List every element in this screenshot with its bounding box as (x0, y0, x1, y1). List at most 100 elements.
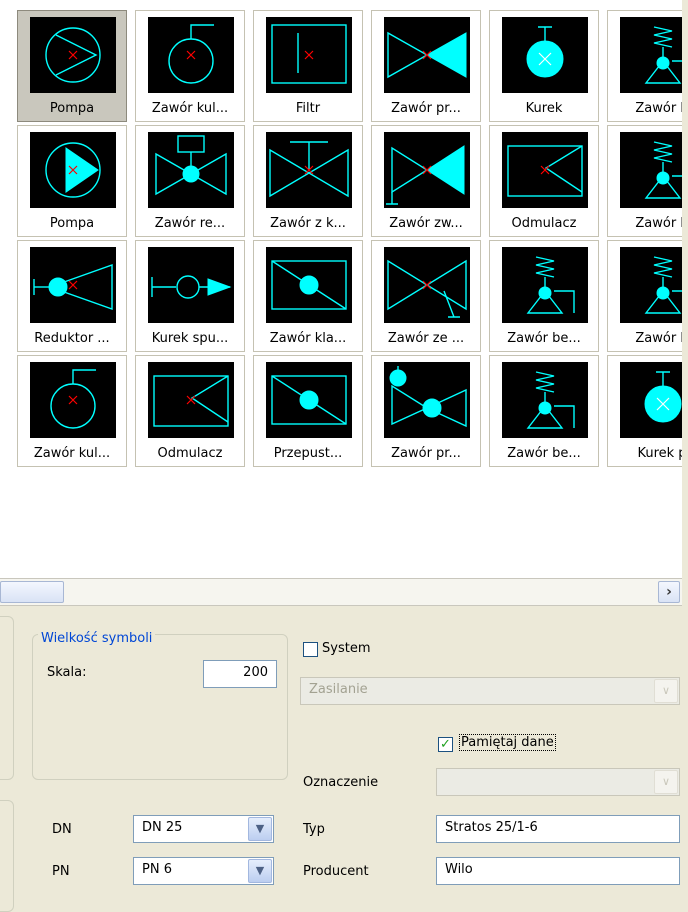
scroll-right-button[interactable]: › (658, 581, 680, 603)
sludge-separator-icon (148, 362, 234, 438)
symbol-tile[interactable]: Zawór zw... (371, 125, 481, 237)
system-select-value: Zasilanie (309, 682, 368, 697)
designation-select[interactable]: ∨ (436, 768, 680, 796)
symbol-label: Zawór zw... (389, 216, 463, 231)
symbol-label: Zawór kul... (151, 101, 229, 116)
type-label: Typ (303, 822, 325, 837)
symbol-tile[interactable]: Zawór b (607, 125, 682, 237)
pn-select[interactable]: PN 6 ▼ (133, 857, 274, 885)
check-valve-icon (384, 17, 470, 93)
symbol-tile[interactable]: Odmulacz (489, 125, 599, 237)
symbol-tile[interactable]: Przepust... (253, 355, 363, 467)
symbol-label: Reduktor ... (34, 331, 110, 346)
left-group-frame-lower (0, 800, 14, 912)
scale-input[interactable]: 200 (203, 660, 277, 688)
producer-input[interactable]: Wilo (436, 857, 680, 885)
pump-filled-icon (30, 132, 116, 208)
symbol-label: Zawór kul... (33, 446, 111, 461)
symbol-label: Zawór pr... (391, 446, 461, 461)
system-select[interactable]: Zasilanie ∨ (300, 677, 680, 705)
drain-cock-icon (148, 247, 234, 323)
regulating-valve-icon (148, 132, 234, 208)
chevron-down-icon[interactable]: ∨ (654, 679, 678, 703)
flap-valve-icon (266, 247, 352, 323)
symbol-tile[interactable]: Zawór ze ... (371, 240, 481, 352)
safety-valve-icon (620, 132, 682, 208)
remember-checkbox[interactable]: ✓ (438, 737, 453, 752)
pn-select-value: PN 6 (142, 862, 172, 877)
symbol-label: Odmulacz (511, 216, 577, 231)
symbol-label: Zawór re... (154, 216, 226, 231)
flap-valve-icon (266, 362, 352, 438)
symbol-tile[interactable]: Reduktor ... (17, 240, 127, 352)
remember-label-focus: Pamiętaj dane (459, 734, 556, 751)
symbol-label: Zawór ze ... (387, 331, 465, 346)
symbol-label: Zawór b (635, 331, 682, 346)
symbol-tile[interactable]: Zawór b (607, 10, 682, 122)
safety-valve-icon (620, 247, 682, 323)
symbol-tile[interactable]: Zawór kla... (253, 240, 363, 352)
producer-label: Producent (303, 864, 369, 879)
system-checkbox[interactable] (303, 642, 318, 657)
symbol-label: Zawór be... (507, 331, 581, 346)
pump-icon (30, 17, 116, 93)
symbol-tile[interactable]: Zawór b (607, 240, 682, 352)
sludge-separator-icon (502, 132, 588, 208)
symbol-tile[interactable]: Pompa (17, 10, 127, 122)
symbol-label: Zawór z k... (270, 216, 346, 231)
symbol-label: Kurek spu... (151, 331, 229, 346)
safety-valve-icon (620, 17, 682, 93)
symbol-tile[interactable]: Kurek p (607, 355, 682, 467)
chevron-right-icon: › (666, 584, 672, 600)
remember-label: Pamiętaj dane (461, 735, 554, 750)
symbol-tile[interactable]: Zawór be... (489, 240, 599, 352)
symbol-label: Odmulacz (157, 446, 223, 461)
scrollbar-thumb[interactable] (0, 581, 64, 603)
left-group-frame (0, 616, 14, 780)
dn-select-value: DN 25 (142, 820, 183, 835)
type-input[interactable]: Stratos 25/1-6 (436, 815, 680, 843)
valve-with-drain-icon (384, 247, 470, 323)
symbol-tile[interactable]: Filtr (253, 10, 363, 122)
chevron-down-icon[interactable]: ∨ (654, 770, 678, 794)
symbol-tile[interactable]: Odmulacz (135, 355, 245, 467)
symbol-label: Filtr (295, 101, 321, 116)
ball-valve-icon (148, 17, 234, 93)
symbol-label: Zawór b (635, 216, 682, 231)
symbol-tile[interactable]: Zawór be... (489, 355, 599, 467)
symbol-label: Zawór kla... (269, 331, 347, 346)
three-way-valve-icon (384, 362, 470, 438)
designation-label: Oznaczenie (303, 775, 379, 790)
dn-label: DN (52, 822, 72, 837)
cock-icon (620, 362, 682, 438)
symbol-label: Pompa (49, 101, 95, 116)
dn-select[interactable]: DN 25 ▼ (133, 815, 274, 843)
symbol-tile[interactable]: Zawór z k... (253, 125, 363, 237)
cock-icon (502, 17, 588, 93)
symbol-tile[interactable]: Kurek (489, 10, 599, 122)
symbol-size-legend: Wielkość symboli (38, 631, 156, 646)
system-label: System (322, 641, 371, 656)
pn-label: PN (52, 864, 70, 879)
symbol-gallery[interactable]: Pompa Zawór kul... Filtr Zawór pr... Kurek Za… (0, 0, 682, 578)
symbol-label: Zawór be... (507, 446, 581, 461)
safety-valve-icon (502, 247, 588, 323)
horizontal-scrollbar[interactable]: › (0, 578, 682, 606)
symbol-tile[interactable]: Zawór pr... (371, 10, 481, 122)
chevron-down-icon[interactable]: ▼ (248, 859, 272, 883)
chevron-down-icon[interactable]: ▼ (248, 817, 272, 841)
gallery-edge (682, 0, 688, 606)
pressure-reducer-icon (30, 247, 116, 323)
symbol-tile[interactable]: Zawór re... (135, 125, 245, 237)
symbol-tile[interactable]: Zawór kul... (17, 355, 127, 467)
ball-valve-icon (30, 362, 116, 438)
safety-valve-icon (502, 362, 588, 438)
filter-icon (266, 17, 352, 93)
symbol-tile[interactable]: Pompa (17, 125, 127, 237)
symbol-tile[interactable]: Zawór pr... (371, 355, 481, 467)
non-return-valve-icon (384, 132, 470, 208)
valve-with-handle-icon (266, 132, 352, 208)
symbol-tile[interactable]: Zawór kul... (135, 10, 245, 122)
symbol-label: Pompa (49, 216, 95, 231)
symbol-tile[interactable]: Kurek spu... (135, 240, 245, 352)
